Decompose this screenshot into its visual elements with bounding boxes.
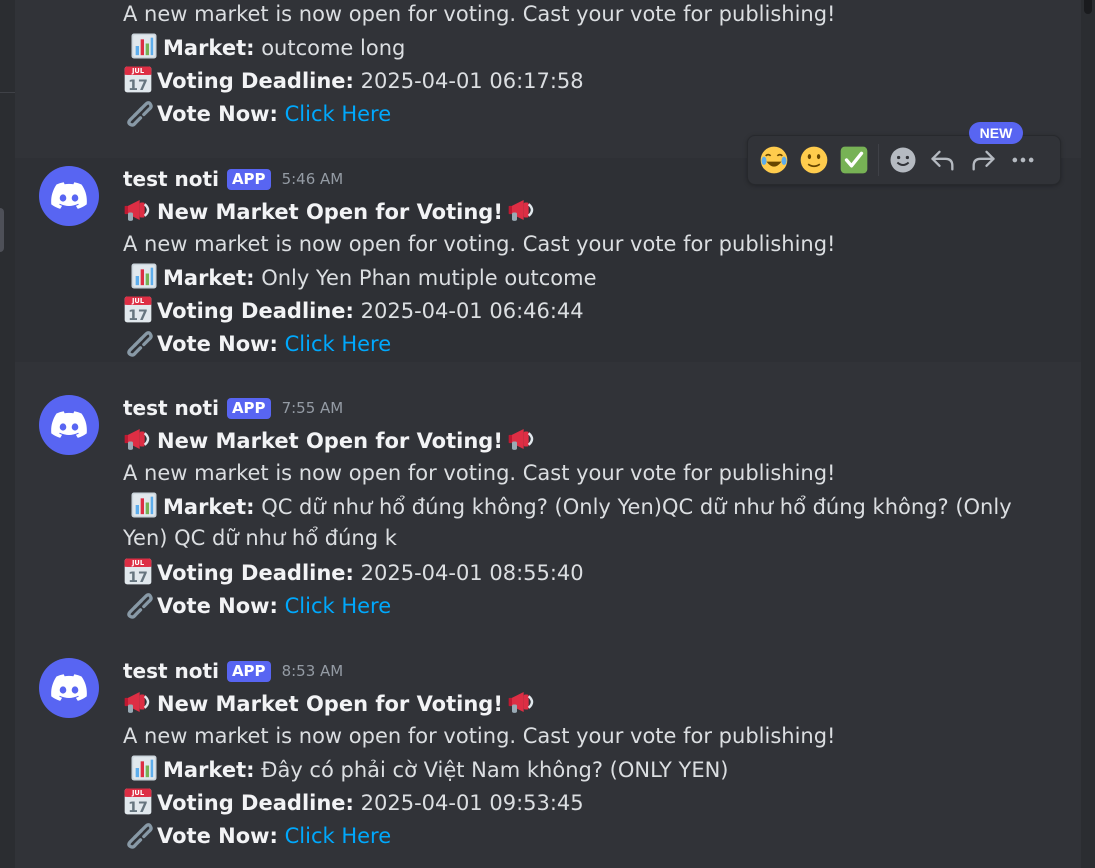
forward-button[interactable] — [963, 140, 1003, 180]
username[interactable]: test noti — [123, 392, 219, 424]
forward-icon — [972, 150, 995, 171]
server-sidebar-edge — [0, 0, 15, 868]
toolbar-divider — [878, 144, 879, 176]
discord-logo-icon — [51, 674, 87, 701]
click-here-link[interactable]: Click Here — [285, 824, 392, 848]
avatar[interactable] — [39, 658, 99, 718]
vote-line: Vote Now: Click Here — [123, 589, 391, 622]
megaphone-icon — [123, 687, 153, 717]
app-badge: APP — [226, 660, 271, 682]
message-title: New Market Open for Voting! — [123, 195, 541, 228]
link-icon — [123, 327, 153, 357]
link-icon — [123, 819, 153, 849]
vote-line: Vote Now: Click Here — [123, 327, 391, 360]
calendar-day-label: 17 — [128, 308, 148, 324]
megaphone-icon — [123, 195, 153, 225]
username[interactable]: test noti — [123, 655, 219, 687]
link-icon — [123, 589, 153, 619]
message-title: New Market Open for Voting! — [123, 687, 541, 720]
avatar[interactable] — [39, 166, 99, 226]
sidebar-pill[interactable] — [0, 208, 4, 252]
deadline-line: JUL 17 Voting Deadline: 2025-04-01 06:17:5… — [123, 64, 584, 97]
megaphone-icon — [123, 424, 153, 454]
chart-icon — [129, 261, 159, 291]
calendar-day-label: 17 — [128, 570, 148, 586]
link-icon — [123, 97, 153, 127]
market-line: Market: outcome long — [123, 31, 405, 64]
calendar-icon: JUL 17 — [124, 66, 152, 94]
chart-icon — [129, 31, 159, 61]
message-partial: A new market is now open for voting. Cas… — [15, 0, 1081, 140]
discord-logo-icon — [51, 411, 87, 438]
timestamp[interactable]: 5:46 AM — [282, 163, 344, 195]
deadline-line: JUL 17 Voting Deadline: 2025-04-01 06:46:4… — [123, 294, 584, 327]
reply-icon — [931, 150, 954, 171]
avatar[interactable] — [39, 395, 99, 455]
reply-button[interactable] — [923, 140, 963, 180]
discord-logo-icon — [51, 182, 87, 209]
calendar-icon: JUL 17 — [124, 296, 152, 324]
reaction-smile-button[interactable] — [794, 140, 834, 180]
chart-icon — [129, 490, 159, 520]
calendar-icon: JUL 17 — [124, 558, 152, 586]
market-line: Market: QC dữ như hổ đúng không? (Only Y… — [123, 490, 1012, 523]
message-intro: A new market is now open for voting. Cas… — [123, 232, 836, 256]
add-reaction-icon — [890, 147, 916, 173]
calendar-month-label: JUL — [131, 67, 145, 75]
check-mark-emoji-icon — [840, 146, 868, 174]
market-line: Market: Only Yen Phan mutiple outcome — [123, 261, 597, 294]
click-here-link[interactable]: Click Here — [285, 594, 392, 618]
calendar-day-label: 17 — [128, 800, 148, 816]
timestamp[interactable]: 7:55 AM — [282, 392, 344, 424]
vote-line: Vote Now: Click Here — [123, 819, 391, 852]
deadline-line: JUL 17 Voting Deadline: 2025-04-01 08:55:4… — [123, 556, 584, 589]
app-badge: APP — [226, 168, 271, 190]
vote-line: Vote Now: Click Here — [123, 97, 391, 130]
slight-smile-emoji-icon — [800, 146, 828, 174]
message[interactable]: test noti APP 8:53 AM New Market Open fo… — [15, 650, 1081, 860]
reaction-joy-button[interactable] — [754, 140, 794, 180]
message-intro: A new market is now open for voting. Cas… — [123, 461, 836, 485]
deadline-line: JUL 17 Voting Deadline: 2025-04-01 09:53:4… — [123, 786, 584, 819]
new-badge: NEW — [969, 122, 1023, 144]
click-here-link[interactable]: Click Here — [285, 332, 392, 356]
more-button[interactable] — [1003, 140, 1043, 180]
calendar-month-label: JUL — [131, 789, 145, 797]
timestamp[interactable]: 8:53 AM — [282, 655, 344, 687]
message-header: test noti APP 7:55 AM — [123, 392, 343, 424]
megaphone-icon — [507, 687, 537, 717]
message[interactable]: test noti APP 5:46 AM New Market Open fo… — [15, 158, 1081, 362]
username[interactable]: test noti — [123, 163, 219, 195]
calendar-icon: JUL 17 — [124, 788, 152, 816]
message-title: New Market Open for Voting! — [123, 424, 541, 457]
calendar-day-label: 17 — [128, 78, 148, 94]
click-here-link[interactable]: Click Here — [285, 102, 392, 126]
message-header: test noti APP 8:53 AM — [123, 655, 343, 687]
message[interactable]: test noti APP 7:55 AM New Market Open fo… — [15, 387, 1081, 623]
joy-emoji-icon — [760, 146, 788, 174]
megaphone-icon — [507, 424, 537, 454]
message-header: test noti APP 5:46 AM — [123, 163, 343, 195]
reaction-check-button[interactable] — [834, 140, 874, 180]
message-intro: A new market is now open for voting. Cas… — [123, 2, 836, 26]
app-badge: APP — [226, 397, 271, 419]
scrollbar[interactable] — [1081, 0, 1095, 868]
calendar-month-label: JUL — [131, 559, 145, 567]
more-icon — [1012, 157, 1034, 163]
add-reaction-button[interactable] — [883, 140, 923, 180]
chart-icon — [129, 753, 159, 783]
megaphone-icon — [507, 195, 537, 225]
sidebar-divider — [0, 92, 15, 93]
market-line-continued: Yen) QC dữ như hổ đúng k — [123, 526, 397, 550]
message-intro: A new market is now open for voting. Cas… — [123, 724, 836, 748]
market-line: Market: Đây có phải cờ Việt Nam không? (… — [123, 753, 729, 786]
scrollbar-thumb[interactable] — [1084, 0, 1092, 14]
calendar-month-label: JUL — [131, 297, 145, 305]
